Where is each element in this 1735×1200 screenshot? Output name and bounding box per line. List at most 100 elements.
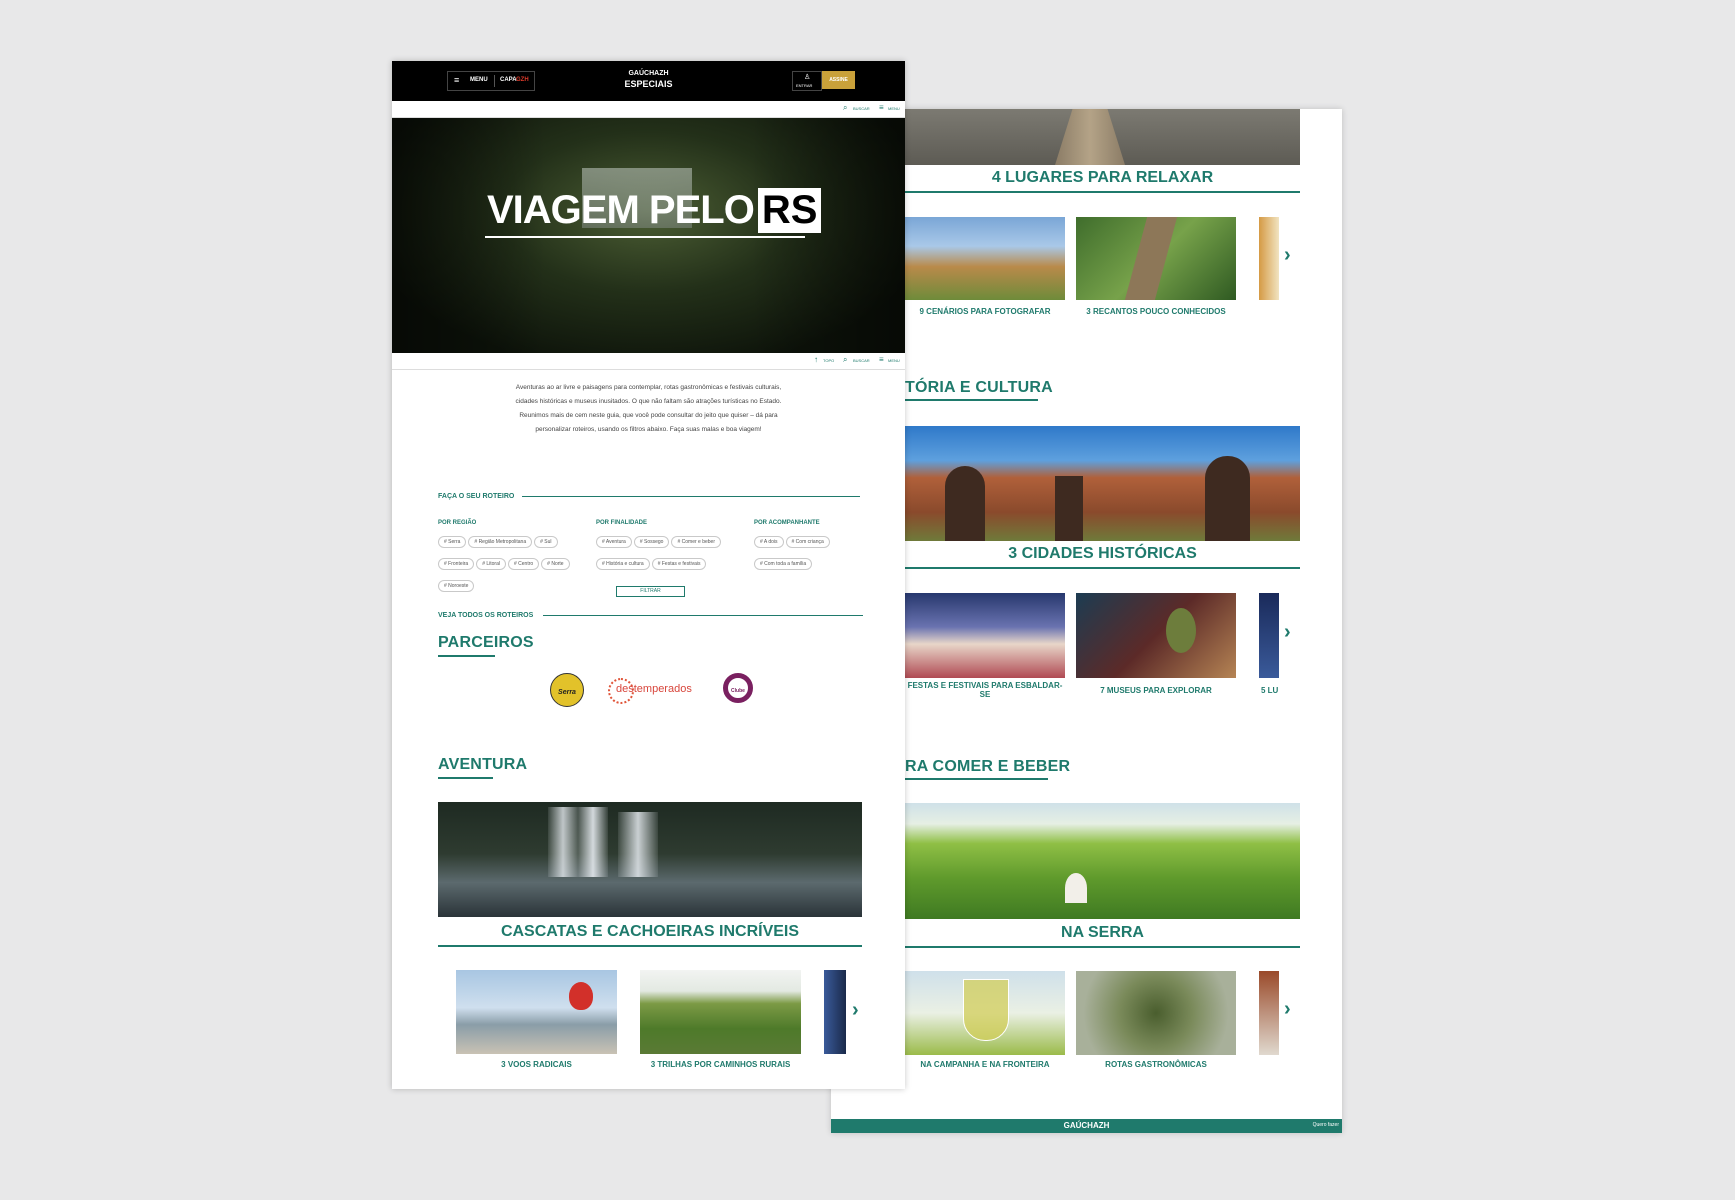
filter-tag[interactable]: # Litoral <box>476 558 506 570</box>
filter-tag[interactable]: # Norte <box>541 558 570 570</box>
filter-finalidade: POR FINALIDADE # Aventura # Sossego # Come… <box>596 520 741 574</box>
topo-link[interactable]: TOPO <box>823 358 834 363</box>
hamburger-icon[interactable]: ≡ <box>879 103 884 112</box>
card-caption[interactable]: 5 LU <box>1261 686 1281 695</box>
cidades-underline <box>905 567 1300 569</box>
card-photo-vinho[interactable] <box>905 971 1065 1055</box>
partner-logo-clube[interactable]: Clube <box>723 673 753 703</box>
filter-tag[interactable]: # Fronteira <box>438 558 475 570</box>
card-photo-partial[interactable] <box>1259 971 1279 1055</box>
next-arrow-icon[interactable]: › <box>852 999 859 1022</box>
filter-tag[interactable]: # Centro <box>507 558 540 570</box>
assine-button[interactable]: ASSINE <box>822 71 855 89</box>
subnav-bottom: ↑ TOPO ⌕ BUSCAR ≡ MENU <box>392 353 905 370</box>
partner-clube-text: Clube <box>731 688 745 694</box>
entrar-button[interactable]: ♙ ENTRAR <box>792 71 822 91</box>
card-caption[interactable]: FESTAS E FESTIVAIS PARA ESBALDAR-SE <box>905 681 1065 699</box>
card-photo-partial[interactable] <box>1259 593 1279 678</box>
subnav-top: ⌕ BUSCAR ≡ MENU <box>392 101 905 118</box>
front-page: ≡ MENU CAPA GZH GAÚCHAZH ESPECIAIS ♙ ENT… <box>392 61 905 1089</box>
dock-photo <box>905 109 1300 165</box>
aventura-heading: AVENTURA <box>438 756 528 773</box>
cascatas-underline <box>438 945 862 947</box>
partner-serra-text: Serra <box>558 689 576 696</box>
filter-tag[interactable]: # Sossego <box>633 536 670 548</box>
roteiro-line <box>522 496 860 497</box>
card-caption[interactable]: 3 RECANTOS POUCO CONHECIDOS <box>1076 307 1236 316</box>
filter-region: POR REGIÃO # Serra # Região Metropolitana… <box>438 520 583 596</box>
card-photo-trilha[interactable] <box>640 970 801 1054</box>
search-icon[interactable]: ⌕ <box>843 355 847 365</box>
buscar-link[interactable]: BUSCAR <box>853 106 870 111</box>
card-caption[interactable]: 9 CENÁRIOS PARA FOTOGRAFAR <box>905 307 1065 316</box>
filter-tag[interactable]: # A dois <box>754 536 784 548</box>
menu-link[interactable]: MENU <box>888 358 900 363</box>
filter-tag[interactable]: # Sul <box>534 536 558 548</box>
hamburger-icon[interactable]: ≡ <box>879 355 884 364</box>
filtrar-button[interactable]: FILTRAR <box>616 586 685 597</box>
filter-tag[interactable]: # Comer e beber <box>671 536 721 548</box>
veja-todos-link[interactable]: VEJA TODOS OS ROTEIROS <box>438 612 533 619</box>
card-photo-festas[interactable] <box>905 593 1065 678</box>
search-icon[interactable]: ⌕ <box>843 103 847 113</box>
cidades-band-title[interactable]: 3 CIDADES HISTÓRICAS <box>905 545 1300 563</box>
historia-underline <box>905 399 1038 401</box>
comer-heading: RA COMER E BEBER <box>905 758 1071 775</box>
buscar-link[interactable]: BUSCAR <box>853 358 870 363</box>
ruins-photo[interactable] <box>905 426 1300 541</box>
card-photo-ponte[interactable] <box>1076 217 1236 300</box>
hero-image: VIAGEM PELO RS <box>392 118 905 353</box>
filter-tag[interactable]: # Com criança <box>785 536 830 548</box>
comer-underline <box>905 778 1048 780</box>
parceiros-underline <box>438 655 495 657</box>
card-caption[interactable]: ROTAS GASTRONÔMICAS <box>1076 1060 1236 1069</box>
filter-acompanhante: POR ACOMPANHANTE # A dois # Com criança #… <box>754 520 874 574</box>
card-photo-araucaria[interactable] <box>1076 971 1236 1055</box>
partner-destemperados-text: destemperados <box>616 683 692 695</box>
filter-finalidade-title: POR FINALIDADE <box>596 520 647 526</box>
parceiros-heading: PARCEIROS <box>438 634 534 651</box>
hero-title: VIAGEM PELO RS <box>487 188 822 238</box>
footer-bar: GAÚCHAZH Quero fazer <box>831 1119 1342 1133</box>
menu-link[interactable]: MENU <box>888 106 900 111</box>
partner-logo-destemperados[interactable]: destemperados <box>608 678 703 704</box>
serra-band-title[interactable]: NA SERRA <box>905 924 1300 942</box>
partner-logo-serra[interactable]: Serra <box>550 673 584 707</box>
user-icon: ♙ <box>804 74 811 81</box>
relaxar-underline <box>905 191 1300 193</box>
footer-logo[interactable]: GAÚCHAZH <box>831 1121 1342 1130</box>
aventura-underline <box>438 777 493 779</box>
next-arrow-icon[interactable]: › <box>1284 621 1291 644</box>
card-photo-museus[interactable] <box>1076 593 1236 678</box>
filter-tag[interactable]: # Serra <box>438 536 467 548</box>
hero-title-box: RS <box>757 188 822 233</box>
vineyard-photo[interactable] <box>905 803 1300 919</box>
back-page: 4 LUGARES PARA RELAXAR › 9 CENÁRIOS PARA… <box>831 109 1342 1133</box>
card-caption[interactable]: NA CAMPANHA E NA FRONTEIRA <box>905 1060 1065 1069</box>
filter-tag[interactable]: # Noroeste <box>438 580 475 592</box>
veja-todos-line <box>543 615 863 616</box>
card-photo-balao[interactable] <box>456 970 617 1054</box>
filter-tag[interactable]: # Aventura <box>596 536 632 548</box>
waterfall-photo[interactable] <box>438 802 862 917</box>
arrow-up-icon[interactable]: ↑ <box>814 355 818 364</box>
filter-tag[interactable]: # Com toda a família <box>754 558 813 570</box>
filter-region-title: POR REGIÃO <box>438 520 477 526</box>
hero-underline <box>485 236 805 238</box>
intro-text: Aventuras ao ar livre e paisagens para c… <box>515 384 782 433</box>
card-caption[interactable]: 7 MUSEUS PARA EXPLORAR <box>1076 686 1236 695</box>
card-photo-partial[interactable] <box>824 970 846 1054</box>
next-arrow-icon[interactable]: › <box>1284 244 1291 267</box>
card-photo-budas[interactable] <box>905 217 1065 300</box>
card-photo-partial[interactable] <box>1259 217 1279 300</box>
filter-tag[interactable]: # História e cultura <box>596 558 650 570</box>
card-caption[interactable]: 3 VOOS RADICAIS <box>456 1060 617 1069</box>
filter-tag[interactable]: # Região Metropolitana <box>468 536 533 548</box>
entrar-label: ENTRAR <box>796 83 813 88</box>
footer-right-link[interactable]: Quero fazer <box>1313 1122 1339 1128</box>
filter-tag[interactable]: # Festas e festivais <box>651 558 707 570</box>
cascatas-band-title[interactable]: CASCATAS E CACHOEIRAS INCRÍVEIS <box>438 923 862 941</box>
next-arrow-icon[interactable]: › <box>1284 998 1291 1021</box>
hero-title-main: VIAGEM PELO <box>487 188 755 232</box>
card-caption[interactable]: 3 TRILHAS POR CAMINHOS RURAIS <box>640 1060 801 1069</box>
